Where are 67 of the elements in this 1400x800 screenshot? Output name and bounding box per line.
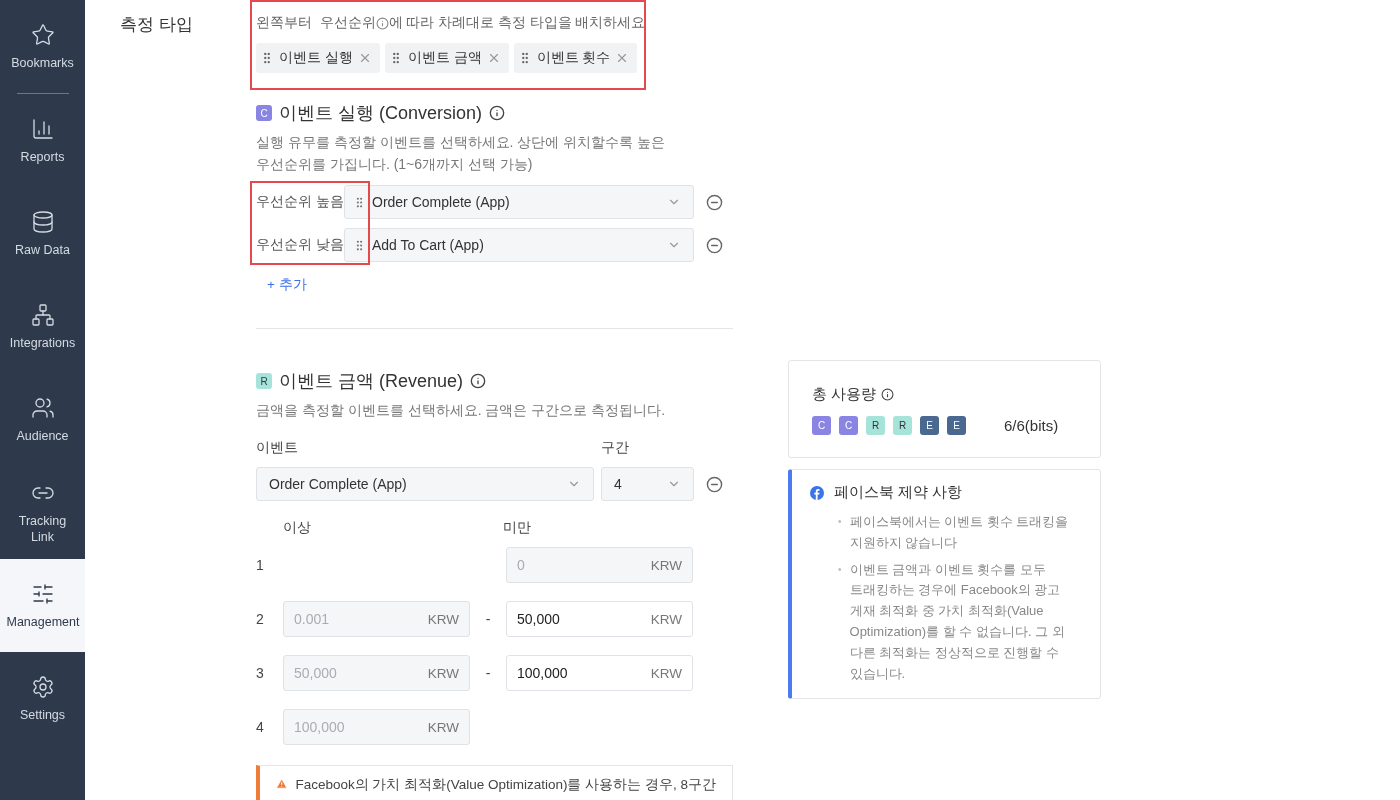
sidebar-item[interactable]: Integrations bbox=[0, 280, 85, 373]
database-icon bbox=[30, 209, 55, 234]
type-badge: R bbox=[256, 373, 272, 389]
range-dash: - bbox=[485, 611, 491, 627]
star-icon bbox=[30, 22, 55, 47]
facebook-icon bbox=[810, 485, 824, 500]
bit-chip: E bbox=[947, 416, 966, 435]
sidebar-item[interactable]: Audience bbox=[0, 373, 85, 466]
sidebar-item[interactable]: Bookmarks bbox=[0, 0, 85, 93]
help-icon[interactable] bbox=[375, 16, 389, 30]
field-label: 이벤트 bbox=[256, 439, 299, 457]
remove-icon[interactable] bbox=[706, 475, 723, 493]
bit-chip: R bbox=[866, 416, 885, 435]
row-number: 4 bbox=[256, 719, 265, 735]
nodes-icon bbox=[30, 302, 55, 327]
bullet-mark: • bbox=[838, 562, 842, 577]
sidebar-item[interactable]: Reports bbox=[0, 94, 85, 187]
settings-icon bbox=[30, 674, 55, 699]
card-title: 총 사용량 bbox=[812, 385, 877, 404]
amount-field[interactable]: 50,000 KRW bbox=[506, 601, 693, 637]
column-header: 미만 bbox=[502, 519, 531, 537]
column-header: 이상 bbox=[282, 519, 312, 537]
type-tag[interactable]: 이벤트 금액 bbox=[384, 43, 509, 73]
row-number: 1 bbox=[256, 557, 265, 573]
amount-field[interactable]: 100,000 KRW bbox=[506, 655, 693, 691]
warning-icon bbox=[276, 776, 288, 792]
usage-total: 6/6(bits) bbox=[1004, 417, 1059, 434]
bullet-mark: • bbox=[838, 515, 842, 529]
section-description: 금액을 측정할 이벤트를 선택하세요. 금액은 구간으로 측정됩니다. bbox=[256, 401, 667, 420]
info-icon[interactable] bbox=[489, 105, 506, 121]
interval-select[interactable]: 4 bbox=[601, 467, 694, 501]
bit-chip: R bbox=[893, 416, 912, 435]
add-link[interactable]: + 추가 bbox=[267, 276, 307, 294]
warning-text: Facebook의 가치 최적화(Value Optimization)를 사용하는 경우, 8구간 bbox=[295, 776, 716, 794]
sidebar-item[interactable]: Tracking Link bbox=[0, 466, 85, 559]
row-number: 2 bbox=[256, 611, 265, 627]
note-text: 이벤트 금액과 이벤트 횟수를 모두 트래킹하는 경우에 Facebook의 광고 게재 최적화 중 가치 최적화(Value Optimization)를 할 수 없습니다. 그 외 다른 최적화는 정상적으로 진행할 수 있습니다. bbox=[849, 560, 1066, 683]
priority-label: 우선순위 낮음 bbox=[256, 236, 344, 254]
section-title: 이벤트 금액 (Revenue) bbox=[279, 370, 464, 393]
bit-chip: E bbox=[920, 416, 939, 435]
sidebar-item[interactable]: Raw Data bbox=[0, 187, 85, 280]
bit-chip: C bbox=[812, 416, 831, 435]
event-select[interactable]: Add To Cart (App) bbox=[344, 228, 694, 262]
info-icon[interactable] bbox=[470, 373, 487, 389]
users-icon bbox=[30, 395, 55, 420]
type-tag[interactable]: 이벤트 실행 bbox=[256, 43, 380, 73]
bit-chip: C bbox=[839, 416, 858, 435]
priority-label: 우선순위 높음 bbox=[256, 193, 344, 211]
range-dash: - bbox=[485, 665, 491, 681]
field-label: 구간 bbox=[601, 439, 629, 457]
type-tag[interactable]: 이벤트 횟수 bbox=[513, 43, 638, 73]
event-select[interactable]: Order Complete (App) bbox=[344, 185, 694, 219]
event-select[interactable]: Order Complete (App) bbox=[256, 467, 594, 501]
card-title: 페이스북 제약 사항 bbox=[834, 483, 963, 502]
sidebar-item[interactable]: Settings bbox=[0, 652, 85, 745]
type-badge: C bbox=[256, 105, 272, 121]
note-text: 페이스북에서는 이벤트 횟수 트래킹을 지원하지 않습니다 bbox=[849, 513, 1070, 552]
info-icon[interactable] bbox=[881, 388, 895, 401]
section-description: 실행 유무를 측정할 이벤트를 선택하세요. 상단에 위치할수록 높은 우선순위를 가집니다. (1~6개까지 선택 가능) bbox=[256, 133, 666, 174]
sidebar-item[interactable]: Management bbox=[0, 559, 85, 652]
row-number: 3 bbox=[256, 665, 265, 681]
remove-icon[interactable] bbox=[706, 193, 723, 211]
section-title: 이벤트 실행 (Conversion) bbox=[279, 102, 483, 125]
remove-icon[interactable] bbox=[706, 236, 723, 254]
section-label: 측정 타입 bbox=[120, 14, 194, 36]
instruction-text: 에 따라 차례대로 측정 타입을 배치하세요 bbox=[388, 14, 646, 32]
instruction-text: 왼쪽부터 우선순위 bbox=[256, 14, 376, 32]
